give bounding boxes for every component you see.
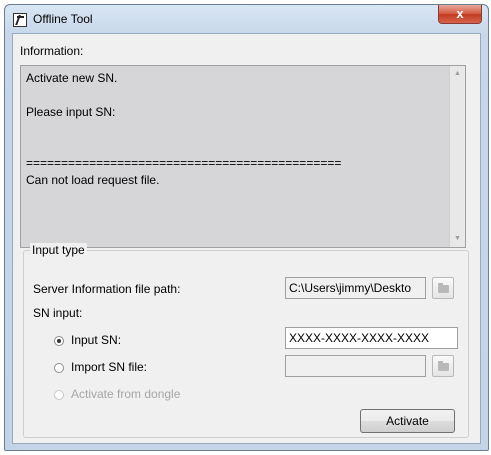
import-sn-file-radio-label[interactable]: Import SN file: <box>71 360 147 374</box>
sn-input-field[interactable] <box>285 327 458 349</box>
information-label: Information: <box>20 44 84 58</box>
import-sn-file-radio[interactable] <box>54 363 64 373</box>
activate-from-dongle-radio <box>54 390 64 400</box>
information-textarea[interactable]: Activate new SN. Please input SN: ======… <box>20 65 466 248</box>
activate-button[interactable]: Activate <box>360 409 455 433</box>
scroll-up-arrow-icon[interactable]: ▲ <box>450 66 465 82</box>
input-type-group-title: Input type <box>30 243 87 257</box>
dialog-client-area: Information: Activate new SN. Please inp… <box>12 33 481 444</box>
server-path-browse-button[interactable] <box>432 277 454 299</box>
folder-icon <box>438 283 449 293</box>
offline-tool-window: Offline Tool x Information: Activate new… <box>4 4 489 451</box>
title-bar[interactable]: Offline Tool x <box>5 5 488 33</box>
vertical-scrollbar[interactable]: ▲ ▼ <box>449 66 465 247</box>
close-button[interactable]: x <box>438 5 482 24</box>
sn-file-browse-button[interactable] <box>432 355 454 377</box>
server-path-field[interactable] <box>285 277 426 299</box>
sn-file-field[interactable] <box>285 355 426 377</box>
server-path-label: Server Information file path: <box>33 282 181 296</box>
input-type-group: Input type Server Information file path:… <box>23 243 469 438</box>
activate-from-dongle-label: Activate from dongle <box>71 387 181 401</box>
folder-icon <box>438 361 449 371</box>
input-sn-radio-label[interactable]: Input SN: <box>71 333 121 347</box>
window-title: Offline Tool <box>33 12 93 26</box>
app-icon <box>13 13 27 27</box>
scroll-down-arrow-icon[interactable]: ▼ <box>450 231 465 247</box>
information-text: Activate new SN. Please input SN: ======… <box>26 71 342 187</box>
input-sn-radio[interactable] <box>54 336 64 346</box>
sn-input-label: SN input: <box>33 306 83 320</box>
